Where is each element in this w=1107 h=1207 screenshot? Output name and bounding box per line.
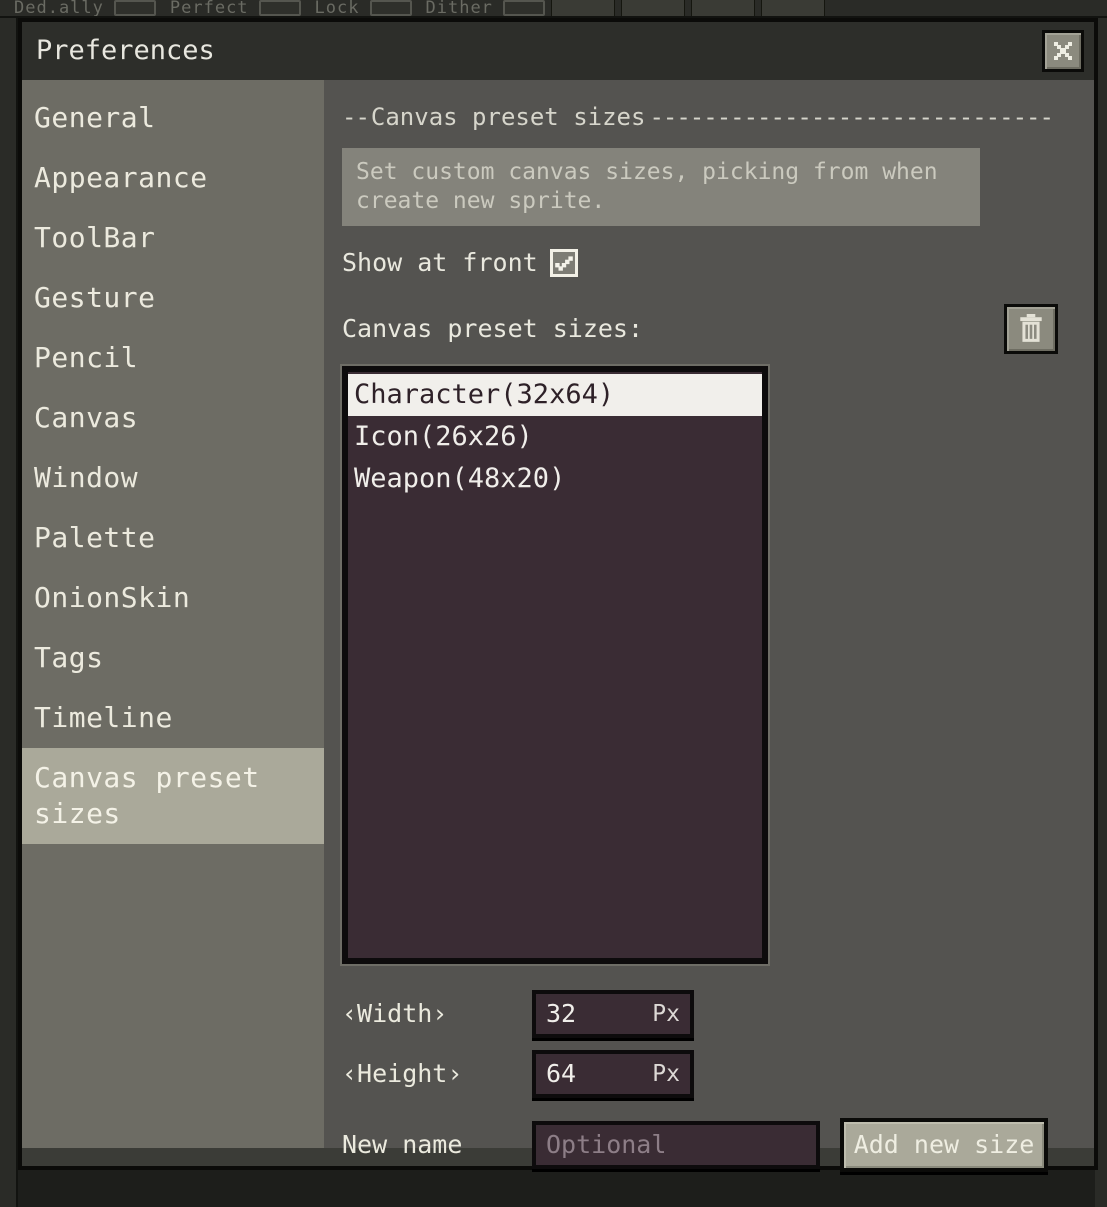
- sidebar-item-label: Canvas: [34, 401, 138, 434]
- sidebar-item-label: Canvas preset sizes: [34, 761, 260, 830]
- delete-preset-button[interactable]: [1004, 304, 1058, 354]
- close-icon: [1052, 40, 1074, 62]
- window-body: General Appearance ToolBar Gesture Penci…: [22, 80, 1094, 1148]
- background-left-rail: [0, 18, 18, 1207]
- new-name-input[interactable]: Optional: [532, 1121, 820, 1169]
- tool-button-2[interactable]: [621, 0, 685, 17]
- sidebar-item-timeline[interactable]: Timeline: [22, 688, 324, 748]
- height-label: ‹Height›: [342, 1059, 532, 1089]
- sidebar-item-palette[interactable]: Palette: [22, 508, 324, 568]
- sidebar-item-label: Window: [34, 461, 138, 494]
- sidebar-item-label: Tags: [34, 641, 103, 674]
- add-new-size-button[interactable]: Add new size: [840, 1118, 1048, 1172]
- check-icon: [553, 252, 575, 274]
- height-unit: Px: [652, 1060, 680, 1088]
- sidebar-item-label: Appearance: [34, 161, 208, 194]
- preferences-window: Preferences General: [18, 18, 1098, 1170]
- chip-icon[interactable]: [370, 0, 412, 16]
- list-item-label: Icon(26x26): [354, 421, 533, 452]
- new-name-placeholder: Optional: [546, 1131, 666, 1159]
- list-item[interactable]: Character(32x64): [348, 374, 762, 416]
- sidebar-item-label: Gesture: [34, 281, 156, 314]
- height-value: 64: [546, 1060, 576, 1088]
- trash-icon: [1018, 314, 1044, 344]
- sidebar-item-appearance[interactable]: Appearance: [22, 148, 324, 208]
- dither-icon[interactable]: [503, 0, 545, 16]
- chip-icon[interactable]: [114, 0, 156, 16]
- canvas-preset-listbox[interactable]: Character(32x64) Icon(26x26) Weapon(48x2…: [342, 366, 768, 964]
- list-item[interactable]: Icon(26x26): [348, 416, 762, 458]
- sidebar-item-label: General: [34, 101, 156, 134]
- sidebar-item-label: ToolBar: [34, 221, 156, 254]
- bg-tool-label-2: Lock: [315, 0, 360, 17]
- sidebar-item-label: Pencil: [34, 341, 138, 374]
- bg-tool-label-3: Dither: [426, 0, 493, 17]
- preset-form: ‹Width› 32 Px ‹Height› 64 Px New name: [342, 990, 1048, 1172]
- show-at-front-checkbox[interactable]: [550, 249, 578, 277]
- sidebar-item-pencil[interactable]: Pencil: [22, 328, 324, 388]
- show-at-front-row: Show at front: [342, 248, 1066, 278]
- background-toolbar: Ded.ally Perfect Lock Dither: [0, 0, 1107, 18]
- width-label: ‹Width›: [342, 999, 532, 1029]
- section-dash-lead: --: [342, 102, 369, 132]
- width-stepper[interactable]: 32 Px: [532, 990, 694, 1038]
- list-item-label: Weapon(48x20): [354, 463, 565, 494]
- window-titlebar: Preferences: [22, 22, 1094, 80]
- sidebar-item-tags[interactable]: Tags: [22, 628, 324, 688]
- sidebar-item-toolbar[interactable]: ToolBar: [22, 208, 324, 268]
- section-header: -- Canvas preset sizes -----------------…: [342, 102, 1066, 132]
- height-stepper[interactable]: 64 Px: [532, 1050, 694, 1098]
- bg-tool-label-1: Perfect: [170, 0, 249, 17]
- bg-tool-label-0: Ded.ally: [14, 0, 104, 17]
- new-name-row: New name Optional Add new size: [342, 1118, 1048, 1172]
- section-title: Canvas preset sizes: [369, 102, 648, 132]
- width-value: 32: [546, 1000, 576, 1028]
- preset-list-header: Canvas preset sizes:: [342, 304, 1066, 354]
- add-new-size-label: Add new size: [854, 1131, 1035, 1159]
- sidebar-item-label: Timeline: [34, 701, 173, 734]
- sidebar-item-label: OnionSkin: [34, 581, 190, 614]
- sidebar-item-window[interactable]: Window: [22, 448, 324, 508]
- sidebar-item-gesture[interactable]: Gesture: [22, 268, 324, 328]
- list-item-label: Character(32x64): [354, 379, 614, 410]
- close-button[interactable]: [1042, 30, 1084, 72]
- preferences-sidebar: General Appearance ToolBar Gesture Penci…: [22, 80, 324, 1148]
- show-at-front-label: Show at front: [342, 248, 538, 278]
- preset-list-label: Canvas preset sizes:: [342, 314, 643, 344]
- width-row: ‹Width› 32 Px: [342, 990, 1048, 1038]
- section-description: Set custom canvas sizes, picking from wh…: [342, 148, 980, 226]
- sidebar-item-label: Palette: [34, 521, 156, 554]
- sidebar-item-canvas[interactable]: Canvas: [22, 388, 324, 448]
- preferences-content: -- Canvas preset sizes -----------------…: [324, 80, 1094, 1148]
- chip-icon[interactable]: [259, 0, 301, 16]
- tool-button-4[interactable]: [761, 0, 825, 17]
- sidebar-item-canvas-preset-sizes[interactable]: Canvas preset sizes: [22, 748, 324, 844]
- tool-button-3[interactable]: [691, 0, 755, 17]
- sidebar-item-onionskin[interactable]: OnionSkin: [22, 568, 324, 628]
- sidebar-item-general[interactable]: General: [22, 88, 324, 148]
- tool-button-1[interactable]: [551, 0, 615, 17]
- width-unit: Px: [652, 1000, 680, 1028]
- page-title: Preferences: [36, 36, 215, 66]
- height-row: ‹Height› 64 Px: [342, 1050, 1048, 1098]
- new-name-label: New name: [342, 1130, 532, 1160]
- list-item[interactable]: Weapon(48x20): [348, 458, 762, 500]
- section-dash-tail: ------------------------------: [649, 102, 1066, 132]
